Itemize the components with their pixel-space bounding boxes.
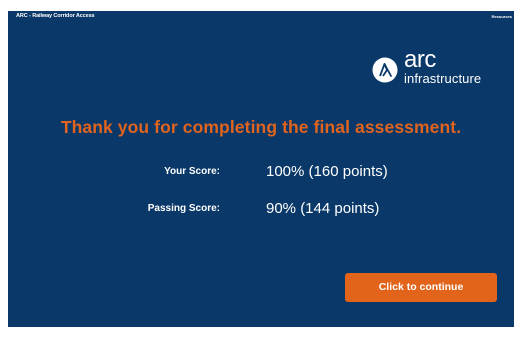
slide-stage: ARC - Railway Corridor Access Resources …	[8, 11, 514, 327]
passing-score-label: Passing Score:	[147, 203, 220, 214]
resources-link[interactable]: Resources	[492, 14, 512, 19]
continue-button[interactable]: Click to continue	[345, 273, 497, 302]
logo-wordmark: arc	[404, 46, 436, 73]
course-title: ARC - Railway Corridor Access	[16, 13, 95, 19]
logo-subtitle: infrastructure	[404, 71, 482, 86]
your-score-label: Your Score:	[164, 166, 220, 177]
arc-infrastructure-logo: arc infrastructure	[372, 46, 508, 91]
top-bar: ARC - Railway Corridor Access Resources	[8, 11, 514, 25]
your-score-value: 100% (160 points)	[266, 163, 388, 180]
arc-logo-mark-icon	[372, 57, 398, 83]
completion-headline: Thank you for completing the final asses…	[60, 117, 462, 137]
passing-score-value: 90% (144 points)	[266, 200, 380, 217]
